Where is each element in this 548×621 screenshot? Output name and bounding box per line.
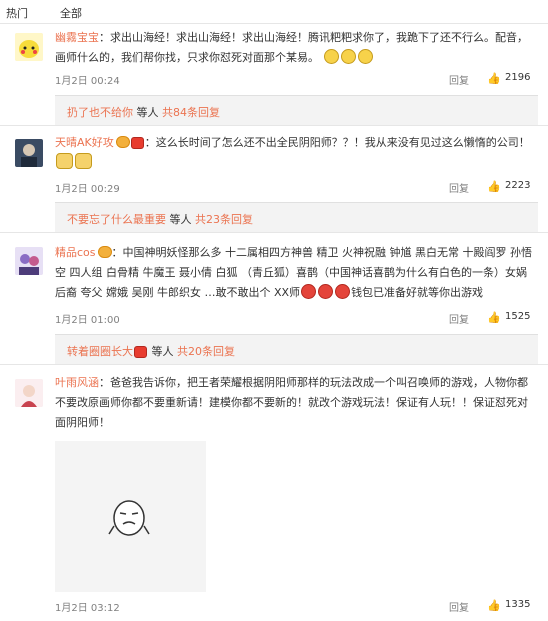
comment-date: 1月2日 01:00 — [55, 315, 120, 326]
comment-meta: 1月2日 00:29 回复 👍 2223 — [55, 180, 535, 196]
comment-image[interactable] — [55, 441, 206, 592]
comment-username[interactable]: 幽霧宝宝 — [55, 31, 99, 44]
thumbs-up-icon[interactable]: 👍 — [487, 599, 501, 612]
angry-emoji-icon — [335, 284, 351, 299]
avatar[interactable] — [15, 33, 43, 61]
reply-button[interactable]: 回复 — [449, 599, 469, 614]
comment-content: ：爸爸我告诉你，把王者荣耀根据阴阳师那样的玩法改成一个叫召唤师的游戏，人物你都不… — [55, 376, 528, 429]
thumbs-up-icon[interactable]: 👍 — [487, 72, 501, 85]
reply-summary[interactable]: 扔了也不给你 等人 共84条回复 — [55, 95, 538, 125]
emoji-icon — [357, 49, 373, 64]
reply-user[interactable]: 不要忘了什么最重要 — [67, 213, 166, 226]
angry-emoji-icon — [318, 284, 334, 299]
avatar[interactable] — [15, 379, 43, 407]
comment-meta: 1月2日 03:12 回复 👍 1335 — [55, 599, 535, 615]
comment-date: 1月2日 00:24 — [55, 76, 120, 87]
avatar[interactable] — [15, 247, 43, 275]
like-count: 2223 — [505, 180, 531, 191]
like-count: 2196 — [505, 72, 531, 83]
comment-date: 1月2日 00:29 — [55, 184, 120, 195]
emoji-icon — [340, 49, 356, 64]
thumbs-up-icon[interactable]: 👍 — [487, 180, 501, 193]
comment-content-tail: 钱包已准备好就等你出游戏 — [351, 286, 484, 299]
vip-crown-icon — [134, 346, 147, 358]
reply-button[interactable]: 回复 — [449, 72, 469, 87]
comment-tabs: 热门 全部 — [0, 0, 548, 24]
reply-summary[interactable]: 不要忘了什么最重要 等人 共23条回复 — [55, 202, 538, 232]
cat-emoji-icon — [75, 153, 92, 169]
reply-user[interactable]: 转着圈圈长大 — [67, 345, 133, 358]
divider — [0, 232, 548, 233]
vip-icon — [97, 246, 112, 258]
avatar[interactable] — [15, 139, 43, 167]
comment-text: 天晴AK好攻 ：这么长时间了怎么还不出全民阴阳师？？！我从来没有见过这么懒惰的公司… — [55, 133, 535, 173]
reply-mid-text: 等人 — [133, 106, 162, 119]
comment-meta: 1月2日 01:00 回复 👍 1525 — [55, 311, 535, 327]
reply-count-link[interactable]: 共23条回复 — [195, 213, 253, 226]
like-count: 1335 — [505, 599, 531, 610]
like-count: 1525 — [505, 311, 531, 322]
divider — [0, 125, 548, 126]
comment-username[interactable]: 精品cos — [55, 246, 96, 259]
comment-text: 幽霧宝宝：求出山海经！求出山海经！求出山海经！腾讯粑粑求你了，我跪下了还不行么。… — [55, 28, 535, 68]
meme-face-icon — [108, 500, 150, 536]
divider — [0, 364, 548, 365]
angry-emoji-icon — [301, 284, 317, 299]
comment-meta: 1月2日 00:24 回复 👍 2196 — [55, 72, 535, 88]
comment-text: 精品cos ：中国神明妖怪那么多 十二属相四方神兽 精卫 火神祝融 钟馗 黑白无常… — [55, 243, 535, 303]
vip-crown-icon — [130, 137, 144, 149]
tab-hot[interactable]: 热门 — [6, 5, 28, 21]
emoji-icon — [323, 49, 339, 64]
reply-summary[interactable]: 转着圈圈长大 等人 共20条回复 — [55, 334, 538, 364]
comment-username[interactable]: 天晴AK好攻 — [55, 136, 114, 149]
vip-icon — [115, 136, 130, 148]
comment-date: 1月2日 03:12 — [55, 603, 120, 614]
reply-mid-text: 等人 — [148, 345, 177, 358]
comment-content: ：求出山海经！求出山海经！求出山海经！腾讯粑粑求你了，我跪下了还不行么。配音，画… — [55, 31, 528, 64]
cat-emoji-icon — [56, 153, 73, 169]
comment-username[interactable]: 叶雨风涵 — [55, 376, 99, 389]
reply-button[interactable]: 回复 — [449, 180, 469, 195]
reply-count-link[interactable]: 共20条回复 — [177, 345, 235, 358]
reply-count-link[interactable]: 共84条回复 — [162, 106, 220, 119]
comment-content: ：这么长时间了怎么还不出全民阴阳师？？！我从来没有见过这么懒惰的公司！ — [144, 136, 530, 149]
thumbs-up-icon[interactable]: 👍 — [487, 311, 501, 324]
reply-button[interactable]: 回复 — [449, 311, 469, 326]
reply-user[interactable]: 扔了也不给你 — [67, 106, 133, 119]
reply-mid-text: 等人 — [166, 213, 195, 226]
tab-all[interactable]: 全部 — [60, 5, 82, 21]
comment-text: 叶雨风涵：爸爸我告诉你，把王者荣耀根据阴阳师那样的玩法改成一个叫召唤师的游戏，人… — [55, 373, 535, 433]
